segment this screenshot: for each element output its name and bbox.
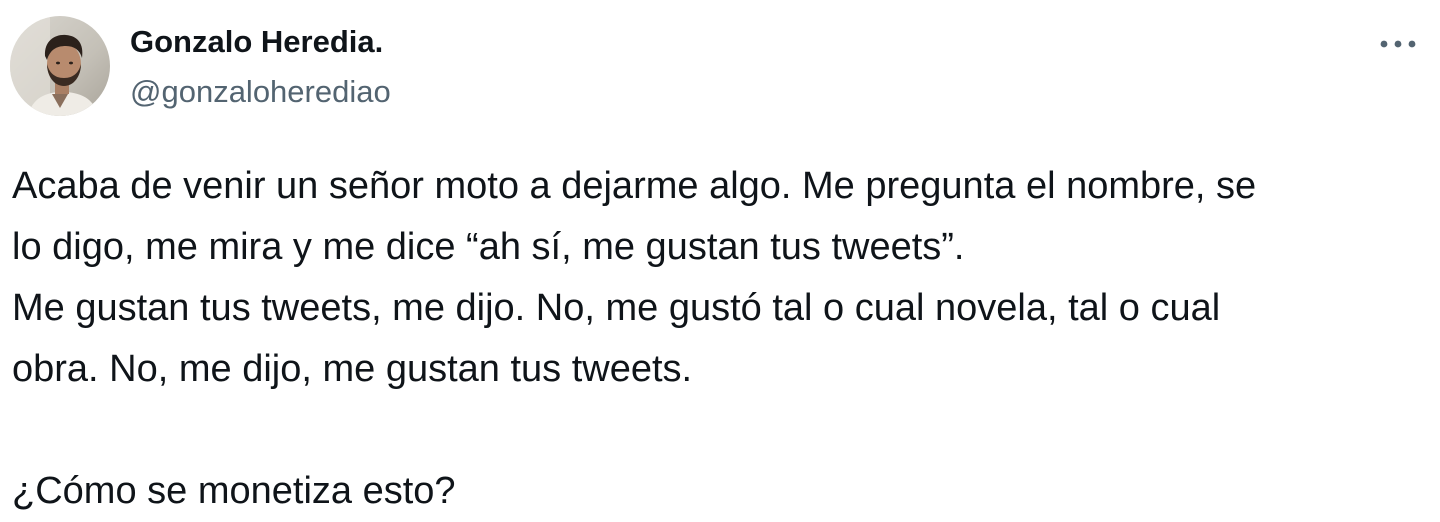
tweet-text-line: ¿Cómo se monetiza esto? — [12, 470, 456, 512]
tweet-text-line: Me gustan tus tweets, me dijo. No, me gu… — [12, 287, 1221, 329]
display-name[interactable]: Gonzalo Heredia. — [130, 22, 383, 62]
user-handle[interactable]: @gonzaloherediao — [130, 72, 391, 112]
tweet-text-line: lo digo, me mira y me dice “ah sí, me gu… — [12, 226, 965, 268]
more-options-icon — [1380, 40, 1416, 48]
tweet-text: Acaba de venir un señor moto a dejarme a… — [12, 156, 1432, 522]
tweet-text-line: Acaba de venir un señor moto a dejarme a… — [12, 165, 1257, 207]
avatar[interactable] — [10, 16, 110, 116]
tweet-card: Gonzalo Heredia. @gonzaloherediao Acaba … — [0, 0, 1440, 519]
profile-photo-icon — [10, 16, 110, 116]
tweet-text-line: obra. No, me dijo, me gustan tus tweets. — [12, 348, 693, 390]
more-options-button[interactable] — [1372, 22, 1424, 62]
